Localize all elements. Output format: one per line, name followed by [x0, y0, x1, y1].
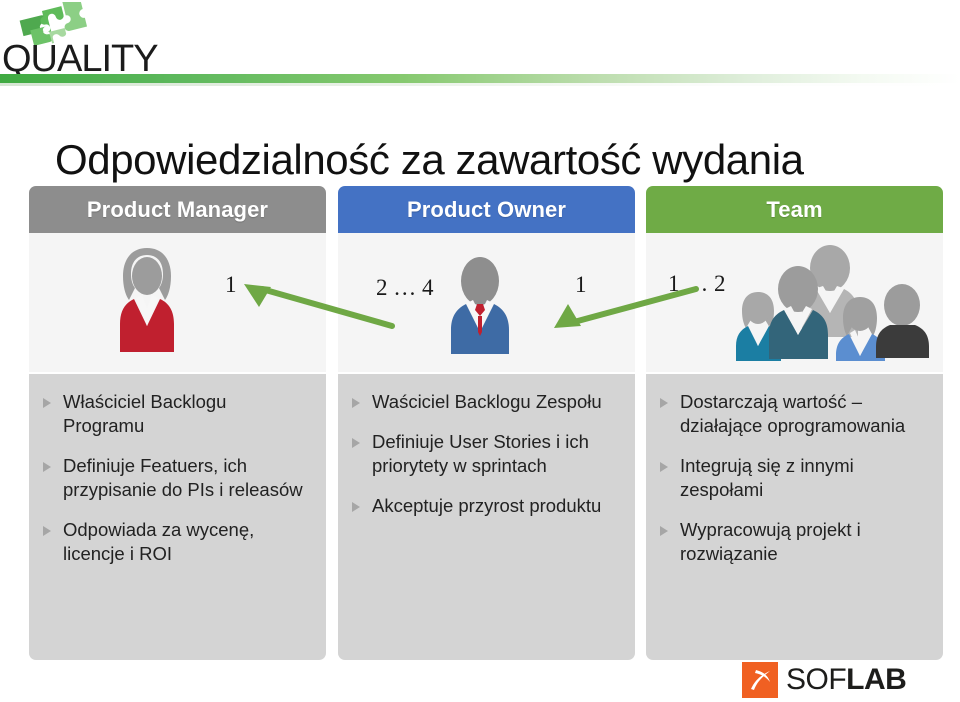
list-item: Dostarczają wartość – działające oprogra… — [660, 390, 927, 438]
column-header-label: Product Manager — [86, 196, 269, 222]
column-header-product-owner: Product Owner — [338, 186, 635, 233]
bullet-triangle-icon — [352, 398, 361, 409]
list-item: Odpowiada za wycenę, licencje i ROI — [43, 518, 310, 566]
column-header-product-manager: Product Manager — [29, 186, 326, 233]
woman-silhouette-icon — [120, 248, 174, 352]
soflab-prefix: SOF — [786, 663, 847, 696]
bullet-triangle-icon — [352, 438, 361, 449]
bullet-triangle-icon — [352, 502, 361, 513]
slide-canvas: QUALITY Odpowiedzialność za zawartość wy… — [0, 0, 960, 702]
bullet-text: Akceptuje przyrost produktu — [372, 495, 602, 517]
figure-number-po-1: 1 — [575, 272, 587, 297]
list-item: Definiuje User Stories i ich priorytety … — [352, 430, 619, 478]
bullet-triangle-icon — [43, 398, 52, 409]
bullet-text: Waściciel Backlogu Zespołu — [372, 391, 602, 412]
column-header-team: Team — [646, 186, 943, 233]
brand-header: QUALITY — [0, 0, 960, 78]
people-group-icon — [736, 245, 929, 361]
figure-number-team-1-2: 1 … 2 — [668, 271, 726, 296]
soflab-wordmark: SOFLAB — [786, 663, 907, 696]
bullet-triangle-icon — [660, 526, 669, 537]
column-body-team: Dostarczają wartość – działające oprogra… — [646, 374, 943, 660]
column-body-product-manager: Właściciel Backlogu Programu Definiuje F… — [29, 374, 326, 660]
list-item: Akceptuje przyrost produktu — [352, 494, 619, 518]
businessman-silhouette-icon — [451, 257, 509, 354]
column-figure-product-owner: 2 … 4 1 — [338, 233, 635, 372]
bullet-text: Wypracowują projekt i rozwiązanie — [680, 519, 861, 565]
list-item: Definiuje Featuers, ich przypisanie do P… — [43, 454, 310, 502]
list-item: Właściciel Backlogu Programu — [43, 390, 310, 438]
green-divider-rule — [0, 74, 960, 83]
bullet-triangle-icon — [43, 462, 52, 473]
column-product-manager: Product Manager 1 Właściciel Backlogu Pr… — [29, 186, 326, 660]
soflab-logo: SOFLAB — [742, 660, 942, 700]
bullet-text: Integrują się z innymi zespołami — [680, 455, 854, 501]
soflab-mark-icon — [742, 662, 778, 698]
figure-number-pm-1: 1 — [225, 272, 237, 297]
column-header-label: Team — [766, 196, 823, 222]
figure-number-po-2-4: 2 … 4 — [376, 275, 434, 300]
column-body-product-owner: Waściciel Backlogu Zespołu Definiuje Use… — [338, 374, 635, 660]
bullet-text: Dostarczają wartość – działające oprogra… — [680, 391, 906, 437]
list-item: Wypracowują projekt i rozwiązanie — [660, 518, 927, 566]
bullet-triangle-icon — [43, 526, 52, 537]
bullet-text: Odpowiada za wycenę, licencje i ROI — [63, 519, 255, 565]
list-item: Waściciel Backlogu Zespołu — [352, 390, 619, 414]
column-header-label: Product Owner — [407, 196, 566, 222]
list-item: Integrują się z innymi zespołami — [660, 454, 927, 502]
green-divider-shadow — [0, 83, 960, 86]
column-product-owner: Product Owner 2 … 4 1 Waściciel Backlogu… — [338, 186, 635, 660]
page-title: Odpowiedzialność za zawartość wydania — [55, 136, 804, 184]
bullet-text: Definiuje User Stories i ich priorytety … — [372, 431, 589, 477]
column-figure-product-manager: 1 — [29, 233, 326, 372]
bullet-triangle-icon — [660, 398, 669, 409]
bullet-triangle-icon — [660, 462, 669, 473]
bullet-text: Właściciel Backlogu Programu — [63, 391, 227, 437]
logo-wordmark: QUALITY — [2, 38, 159, 80]
bullet-text: Definiuje Featuers, ich przypisanie do P… — [63, 455, 303, 501]
column-team: Team 1 … 2 Dostarczają wartość – działaj… — [646, 186, 943, 660]
column-figure-team: 1 … 2 — [646, 233, 943, 372]
soflab-suffix: LAB — [846, 663, 907, 696]
